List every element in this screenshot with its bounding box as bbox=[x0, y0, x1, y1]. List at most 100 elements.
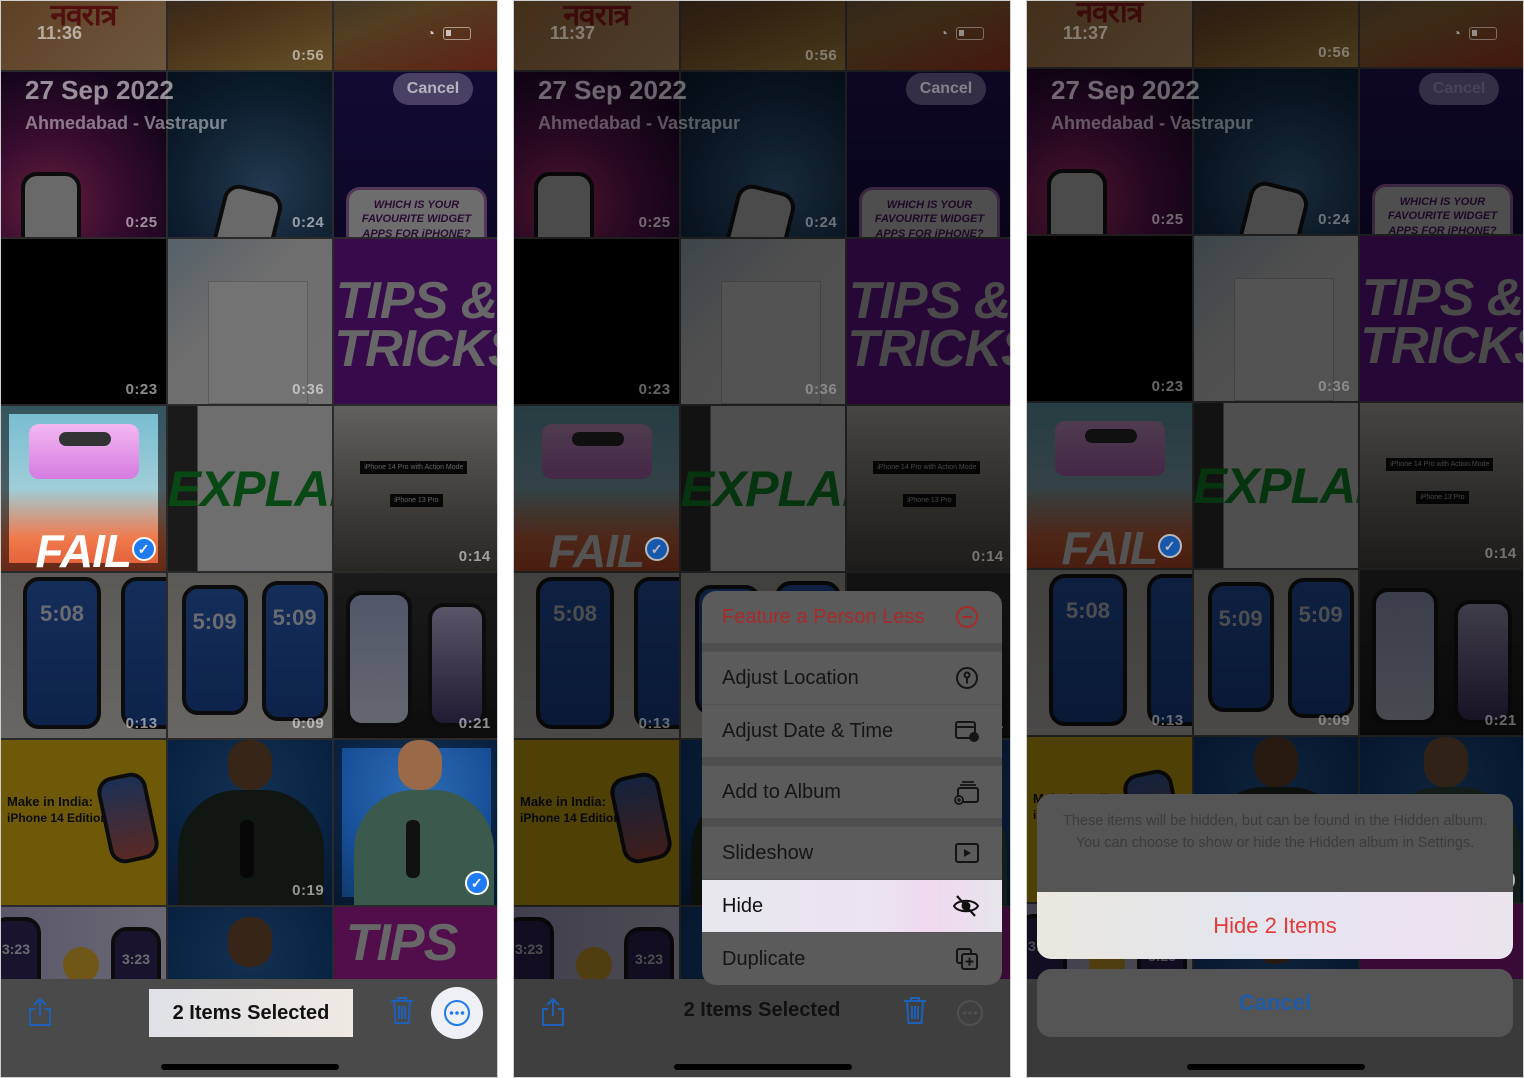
phone-screen-menu: नवरात्र 0:56 0:25 0:24 WHICH IS YOUR FAV… bbox=[513, 0, 1011, 1078]
thumbnail-caption: iPhone 14 Pro with Action Mode bbox=[360, 461, 468, 474]
photo-thumbnail[interactable]: Make in India:iPhone 14 Edition bbox=[1, 740, 166, 905]
video-thumbnail[interactable]: iPhone 14 Pro with Action Mode iPhone 13… bbox=[1360, 403, 1523, 568]
phone-screen-confirm: नवरात्र 0:56 0:25 0:24 WHICH IS YOUR FAV… bbox=[1026, 0, 1524, 1078]
grid-row: 0:23 0:36 TIPS & TRICKS bbox=[1, 239, 497, 404]
video-duration: 0:36 bbox=[292, 381, 325, 398]
photo-thumbnail[interactable] bbox=[334, 1, 497, 70]
thumbnail-caption: TRICKS bbox=[1360, 317, 1523, 375]
selected-checkmark-icon: ✓ bbox=[131, 537, 156, 561]
menu-item-adjust-date-time[interactable]: Adjust Date & Time bbox=[702, 704, 1002, 757]
video-duration: 0:36 bbox=[1318, 378, 1351, 395]
menu-item-adjust-location[interactable]: Adjust Location bbox=[702, 651, 1002, 704]
trash-icon[interactable] bbox=[389, 995, 415, 1030]
video-thumbnail[interactable]: 0:21 bbox=[1360, 570, 1523, 735]
menu-item-feature-person-less[interactable]: Feature a Person Less bbox=[702, 591, 1002, 643]
video-thumbnail[interactable]: 0:23 bbox=[1, 239, 166, 404]
video-thumbnail[interactable]: iPhone 14 Pro with Action Mode iPhone 13… bbox=[847, 406, 1010, 571]
video-thumbnail[interactable]: 0:23 bbox=[514, 239, 679, 404]
photo-thumbnail[interactable]: EXPLAI bbox=[167, 406, 333, 571]
video-thumbnail[interactable]: iPhone 14 Pro with Action Mode iPhone 13… bbox=[334, 406, 497, 571]
selected-checkmark-icon: ✓ bbox=[464, 871, 489, 895]
video-duration: 0:23 bbox=[1151, 378, 1184, 395]
thumbnail-caption: WHICH IS YOUR FAVOURITE WIDGET APPS FOR … bbox=[1387, 196, 1498, 234]
menu-item-duplicate[interactable]: Duplicate bbox=[702, 932, 1002, 985]
home-indicator bbox=[161, 1064, 339, 1070]
cancel-selection-button[interactable]: Cancel bbox=[393, 73, 473, 105]
video-thumbnail[interactable]: 0:19 bbox=[167, 740, 333, 905]
video-thumbnail[interactable]: 5:08 0:13 bbox=[1, 573, 166, 738]
photo-thumbnail[interactable]: नवरात्र bbox=[1, 0, 166, 70]
video-thumbnail[interactable]: 0:56 bbox=[1193, 1, 1359, 67]
section-date: 27 Sep 2022 bbox=[538, 75, 687, 105]
video-duration: 0:23 bbox=[638, 381, 671, 398]
photo-thumbnail-selected[interactable]: FAIL ✓ bbox=[1027, 403, 1192, 568]
video-duration: 0:09 bbox=[292, 715, 325, 732]
more-options-button[interactable] bbox=[944, 987, 996, 1039]
grid-row: 0:23 0:36 TIPS & TRICKS bbox=[1027, 236, 1523, 401]
video-thumbnail[interactable]: 0:36 bbox=[1193, 236, 1359, 401]
thumbnail-caption: Make in India: bbox=[520, 794, 606, 809]
section-location: Ahmedabad - Vastrapur bbox=[538, 113, 741, 133]
photo-thumbnail[interactable]: Make in India:iPhone 14 Edition bbox=[514, 740, 679, 905]
trash-icon[interactable] bbox=[902, 995, 928, 1030]
grid-row: 5:08 0:13 5:09 5:09 0:09 0:21 bbox=[1, 573, 497, 738]
video-thumbnail[interactable]: 0:56 bbox=[680, 1, 846, 70]
menu-item-label: Adjust Location bbox=[722, 666, 859, 689]
video-thumbnail[interactable]: 0:24 bbox=[680, 72, 846, 237]
video-duration: 0:25 bbox=[638, 214, 671, 231]
photo-thumbnail[interactable] bbox=[847, 1, 1010, 70]
photo-thumbnail[interactable]: TIPS & TRICKS bbox=[334, 239, 497, 404]
menu-item-slideshow[interactable]: Slideshow bbox=[702, 826, 1002, 879]
photo-thumbnail-selected[interactable]: FAIL ✓ bbox=[1, 406, 166, 571]
photo-thumbnail-selected[interactable]: FAIL ✓ bbox=[514, 406, 679, 571]
video-thumbnail[interactable]: 5:09 5:09 0:09 bbox=[1193, 570, 1359, 735]
photo-thumbnail[interactable]: नवरात्र bbox=[1027, 1, 1192, 67]
video-thumbnail[interactable]: 0:56 bbox=[167, 1, 333, 70]
menu-item-label: Duplicate bbox=[722, 947, 806, 970]
selected-checkmark-icon: ✓ bbox=[1157, 534, 1182, 558]
photo-thumbnail[interactable]: EXPLAI bbox=[1193, 403, 1359, 568]
play-icon bbox=[955, 843, 979, 863]
photo-thumbnail[interactable]: TIPS & TRICKS bbox=[1360, 236, 1523, 401]
video-thumbnail[interactable]: 0:36 bbox=[680, 239, 846, 404]
sheet-cancel-button[interactable]: Cancel bbox=[1037, 969, 1513, 1037]
location-pin-icon bbox=[956, 667, 978, 689]
grid-row: FAIL ✓ EXPLAI iPhone 14 Pro with Action … bbox=[1, 406, 497, 571]
video-duration: 0:14 bbox=[1484, 545, 1517, 562]
video-thumbnail[interactable]: 5:09 5:09 0:09 bbox=[167, 573, 333, 738]
thumbnail-caption: iPhone 13 Pro bbox=[903, 494, 956, 507]
video-duration: 0:21 bbox=[458, 715, 491, 732]
thumbnail-caption: WHICH IS YOUR FAVOURITE WIDGET APPS FOR … bbox=[874, 199, 985, 237]
photo-thumbnail[interactable]: TIPS & TRICKS bbox=[847, 239, 1010, 404]
sheet-message: These items will be hidden, but can be f… bbox=[1037, 794, 1513, 892]
photo-thumbnail[interactable]: नवरात्र bbox=[514, 1, 679, 70]
menu-item-hide[interactable]: Hide bbox=[702, 879, 1002, 932]
video-duration: 0:56 bbox=[805, 47, 838, 64]
video-thumbnail[interactable]: 0:24 bbox=[167, 72, 333, 237]
photo-thumbnail[interactable] bbox=[1360, 1, 1523, 67]
cancel-selection-button[interactable]: Cancel bbox=[906, 73, 986, 105]
video-duration: 0:13 bbox=[125, 715, 158, 732]
thumbnail-caption: iPhone 14 Pro with Action Mode bbox=[1386, 458, 1494, 471]
video-thumbnail[interactable]: 0:21 bbox=[334, 573, 497, 738]
hide-items-button[interactable]: Hide 2 Items bbox=[1037, 892, 1513, 959]
video-thumbnail[interactable]: 0:23 bbox=[1027, 236, 1192, 401]
video-thumbnail[interactable]: 0:24 bbox=[1193, 69, 1359, 234]
video-thumbnail[interactable]: 5:08 0:13 bbox=[1027, 570, 1192, 735]
video-duration: 0:14 bbox=[971, 548, 1004, 565]
menu-separator bbox=[702, 757, 1002, 765]
video-thumbnail[interactable]: 5:08 0:13 bbox=[514, 573, 679, 738]
video-thumbnail[interactable]: 0:36 bbox=[167, 239, 333, 404]
video-thumbnail-selected[interactable]: ✓ bbox=[334, 740, 497, 905]
menu-item-add-to-album[interactable]: Add to Album bbox=[702, 765, 1002, 818]
thumbnail-caption: Make in India: bbox=[7, 794, 93, 809]
photo-thumbnail[interactable]: EXPLAI bbox=[680, 406, 846, 571]
thumbnail-caption: EXPLAI bbox=[680, 461, 846, 517]
grid-row: 5:08 0:13 5:09 5:09 0:09 0:21 bbox=[1027, 570, 1523, 735]
thumbnail-caption: नवरात्र bbox=[50, 0, 117, 32]
share-icon[interactable] bbox=[27, 997, 53, 1033]
duplicate-icon bbox=[956, 948, 978, 970]
more-options-button[interactable] bbox=[431, 987, 483, 1039]
menu-separator bbox=[702, 818, 1002, 826]
cancel-selection-button[interactable]: Cancel bbox=[1419, 73, 1499, 105]
